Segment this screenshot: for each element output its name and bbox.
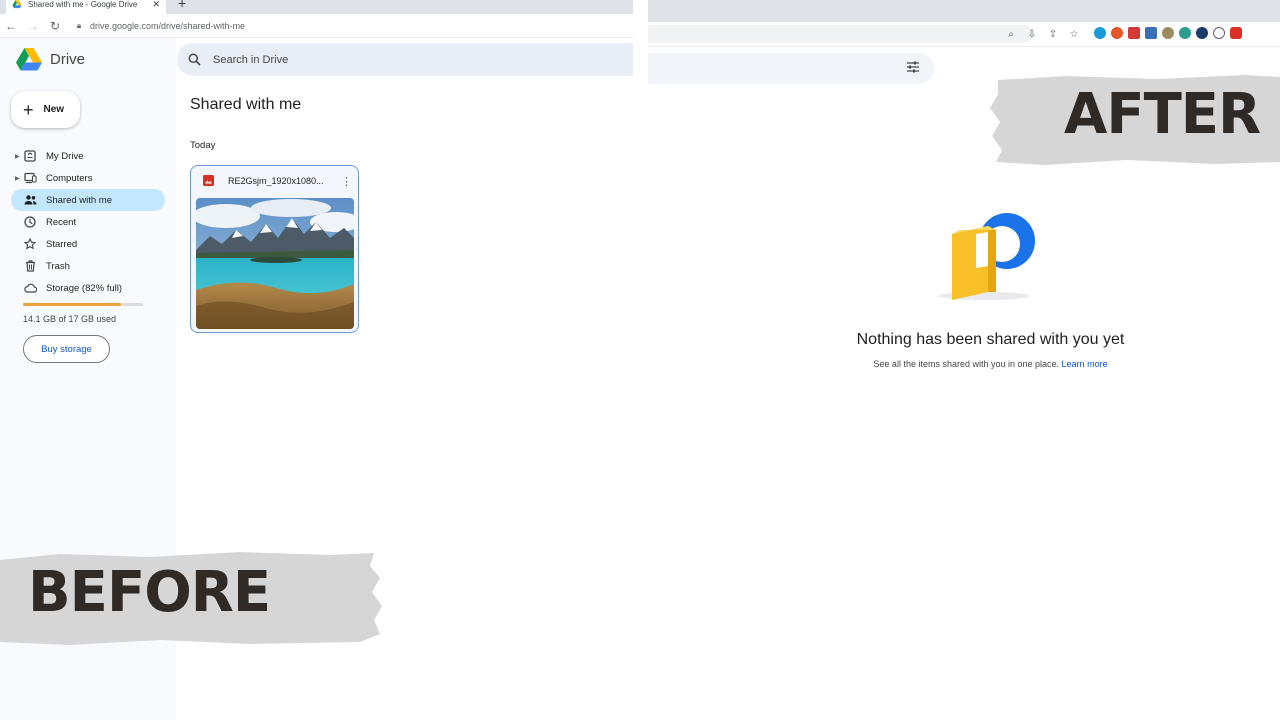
- expand-caret-icon[interactable]: ▶: [15, 175, 20, 182]
- empty-state-title: Nothing has been shared with you yet: [856, 331, 1125, 348]
- page-title: Shared with me: [190, 96, 302, 113]
- sidebar-item-computers[interactable]: ▶ Computers: [11, 167, 165, 189]
- image-file-icon: [203, 175, 214, 186]
- sidebar-item-storage[interactable]: Storage (82% full): [11, 277, 165, 299]
- computer-icon: [23, 171, 37, 185]
- address-bar[interactable]: [648, 25, 1033, 43]
- sidebar-item-starred[interactable]: Starred: [11, 233, 165, 255]
- extension-icon[interactable]: [1128, 27, 1140, 39]
- extension-icon[interactable]: [1145, 27, 1157, 39]
- empty-state-illustration: [938, 213, 1035, 300]
- search-bar[interactable]: [648, 53, 934, 84]
- browser-toolbar: ← → ↻ 🔒︎ drive.google.com/drive/shared-w…: [0, 14, 633, 38]
- search-input[interactable]: Search in Drive: [213, 54, 288, 66]
- sidebar-item-label: Starred: [46, 238, 78, 250]
- my-drive-icon: [23, 149, 37, 163]
- tab-close-icon[interactable]: ✕: [152, 0, 160, 10]
- before-label: BEFORE: [28, 560, 271, 625]
- after-label: AFTER: [1064, 82, 1261, 147]
- storage-progress-fill: [23, 303, 122, 306]
- sidebar-item-my-drive[interactable]: ▶ My Drive: [11, 145, 165, 167]
- file-name: RE2Gsjm_1920x1080...: [228, 175, 324, 186]
- extension-icon[interactable]: [1230, 27, 1242, 39]
- sidebar-item-recent[interactable]: Recent: [11, 211, 165, 233]
- empty-state-subtitle: See all the items shared with you in one…: [648, 359, 1280, 369]
- search-bar[interactable]: Search in Drive: [177, 43, 633, 76]
- share-icon[interactable]: ⇪: [1044, 25, 1062, 43]
- sidebar-item-trash[interactable]: Trash: [11, 255, 165, 277]
- file-thumbnail[interactable]: [196, 198, 354, 329]
- sidebar-item-label: Trash: [46, 260, 70, 272]
- forward-icon[interactable]: →: [22, 19, 44, 33]
- sidebar-item-label: My Drive: [46, 150, 84, 162]
- buy-storage-button[interactable]: Buy storage: [23, 335, 110, 363]
- browser-tabstrip: Shared with me - Google Drive ✕ +: [0, 0, 633, 14]
- drive-brand[interactable]: Drive: [16, 48, 85, 71]
- back-icon[interactable]: ←: [0, 19, 22, 33]
- drive-favicon-icon: [12, 0, 22, 9]
- sidebar-item-label: Storage (82% full): [46, 282, 123, 294]
- address-bar[interactable]: drive.google.com/drive/shared-with-me: [90, 21, 245, 31]
- section-label-today: Today: [190, 140, 216, 151]
- search-options-icon[interactable]: [906, 60, 920, 74]
- cloud-icon: [23, 281, 37, 295]
- extensions-bar: [1094, 27, 1242, 39]
- storage-progress-bar: [23, 303, 143, 306]
- star-icon: [23, 237, 37, 251]
- new-button[interactable]: + New: [11, 91, 80, 128]
- sidebar-item-label: Recent: [46, 216, 77, 228]
- extension-icon[interactable]: [1196, 27, 1208, 39]
- address-bar-actions: ⌕ ⇩ ⇪ ☆: [1002, 25, 1083, 43]
- landscape-thumbnail-image: [196, 198, 354, 329]
- storage-used-text: 14.1 GB of 17 GB used: [23, 314, 117, 324]
- expand-caret-icon[interactable]: ▶: [15, 153, 20, 160]
- clock-icon: [23, 215, 37, 229]
- microphone-icon[interactable]: [1213, 27, 1225, 39]
- reload-icon[interactable]: ↻: [44, 19, 66, 33]
- plus-icon: +: [23, 99, 34, 120]
- file-card-header: RE2Gsjm_1920x1080... ⋮: [203, 175, 353, 188]
- file-card[interactable]: RE2Gsjm_1920x1080... ⋮: [190, 165, 359, 333]
- more-options-icon[interactable]: ⋮: [341, 175, 352, 188]
- sidebar-item-shared-with-me[interactable]: Shared with me: [11, 189, 165, 211]
- people-icon: [23, 193, 37, 207]
- lock-icon: 🔒︎: [76, 20, 82, 30]
- drive-brand-label: Drive: [50, 51, 86, 68]
- new-button-label: New: [43, 104, 65, 115]
- sidebar-item-label: Shared with me: [46, 194, 113, 206]
- extension-icon[interactable]: [1094, 27, 1106, 39]
- bookmark-star-icon[interactable]: ☆: [1065, 25, 1083, 43]
- extension-icon[interactable]: [1111, 27, 1123, 39]
- browser-tabstrip: [648, 0, 1280, 22]
- trash-icon: [23, 259, 37, 273]
- sidebar-nav: ▶ My Drive ▶ Computers Shared with me Re…: [11, 145, 165, 299]
- install-app-icon[interactable]: ⇩: [1023, 25, 1041, 43]
- browser-toolbar: ⌕ ⇩ ⇪ ☆: [648, 22, 1280, 47]
- extension-icon[interactable]: [1162, 27, 1174, 39]
- browser-tab[interactable]: Shared with me - Google Drive ✕: [6, 0, 166, 14]
- drive-logo-icon: [16, 48, 42, 71]
- zoom-search-icon[interactable]: ⌕: [1002, 25, 1020, 43]
- browser-tab-title: Shared with me - Google Drive: [28, 0, 138, 9]
- sidebar-item-label: Computers: [46, 172, 93, 184]
- learn-more-link[interactable]: Learn more: [1062, 359, 1108, 369]
- empty-state-description: See all the items shared with you in one…: [873, 359, 1060, 369]
- new-tab-icon[interactable]: +: [178, 0, 186, 11]
- search-icon[interactable]: [188, 53, 201, 66]
- extension-icon[interactable]: [1179, 27, 1191, 39]
